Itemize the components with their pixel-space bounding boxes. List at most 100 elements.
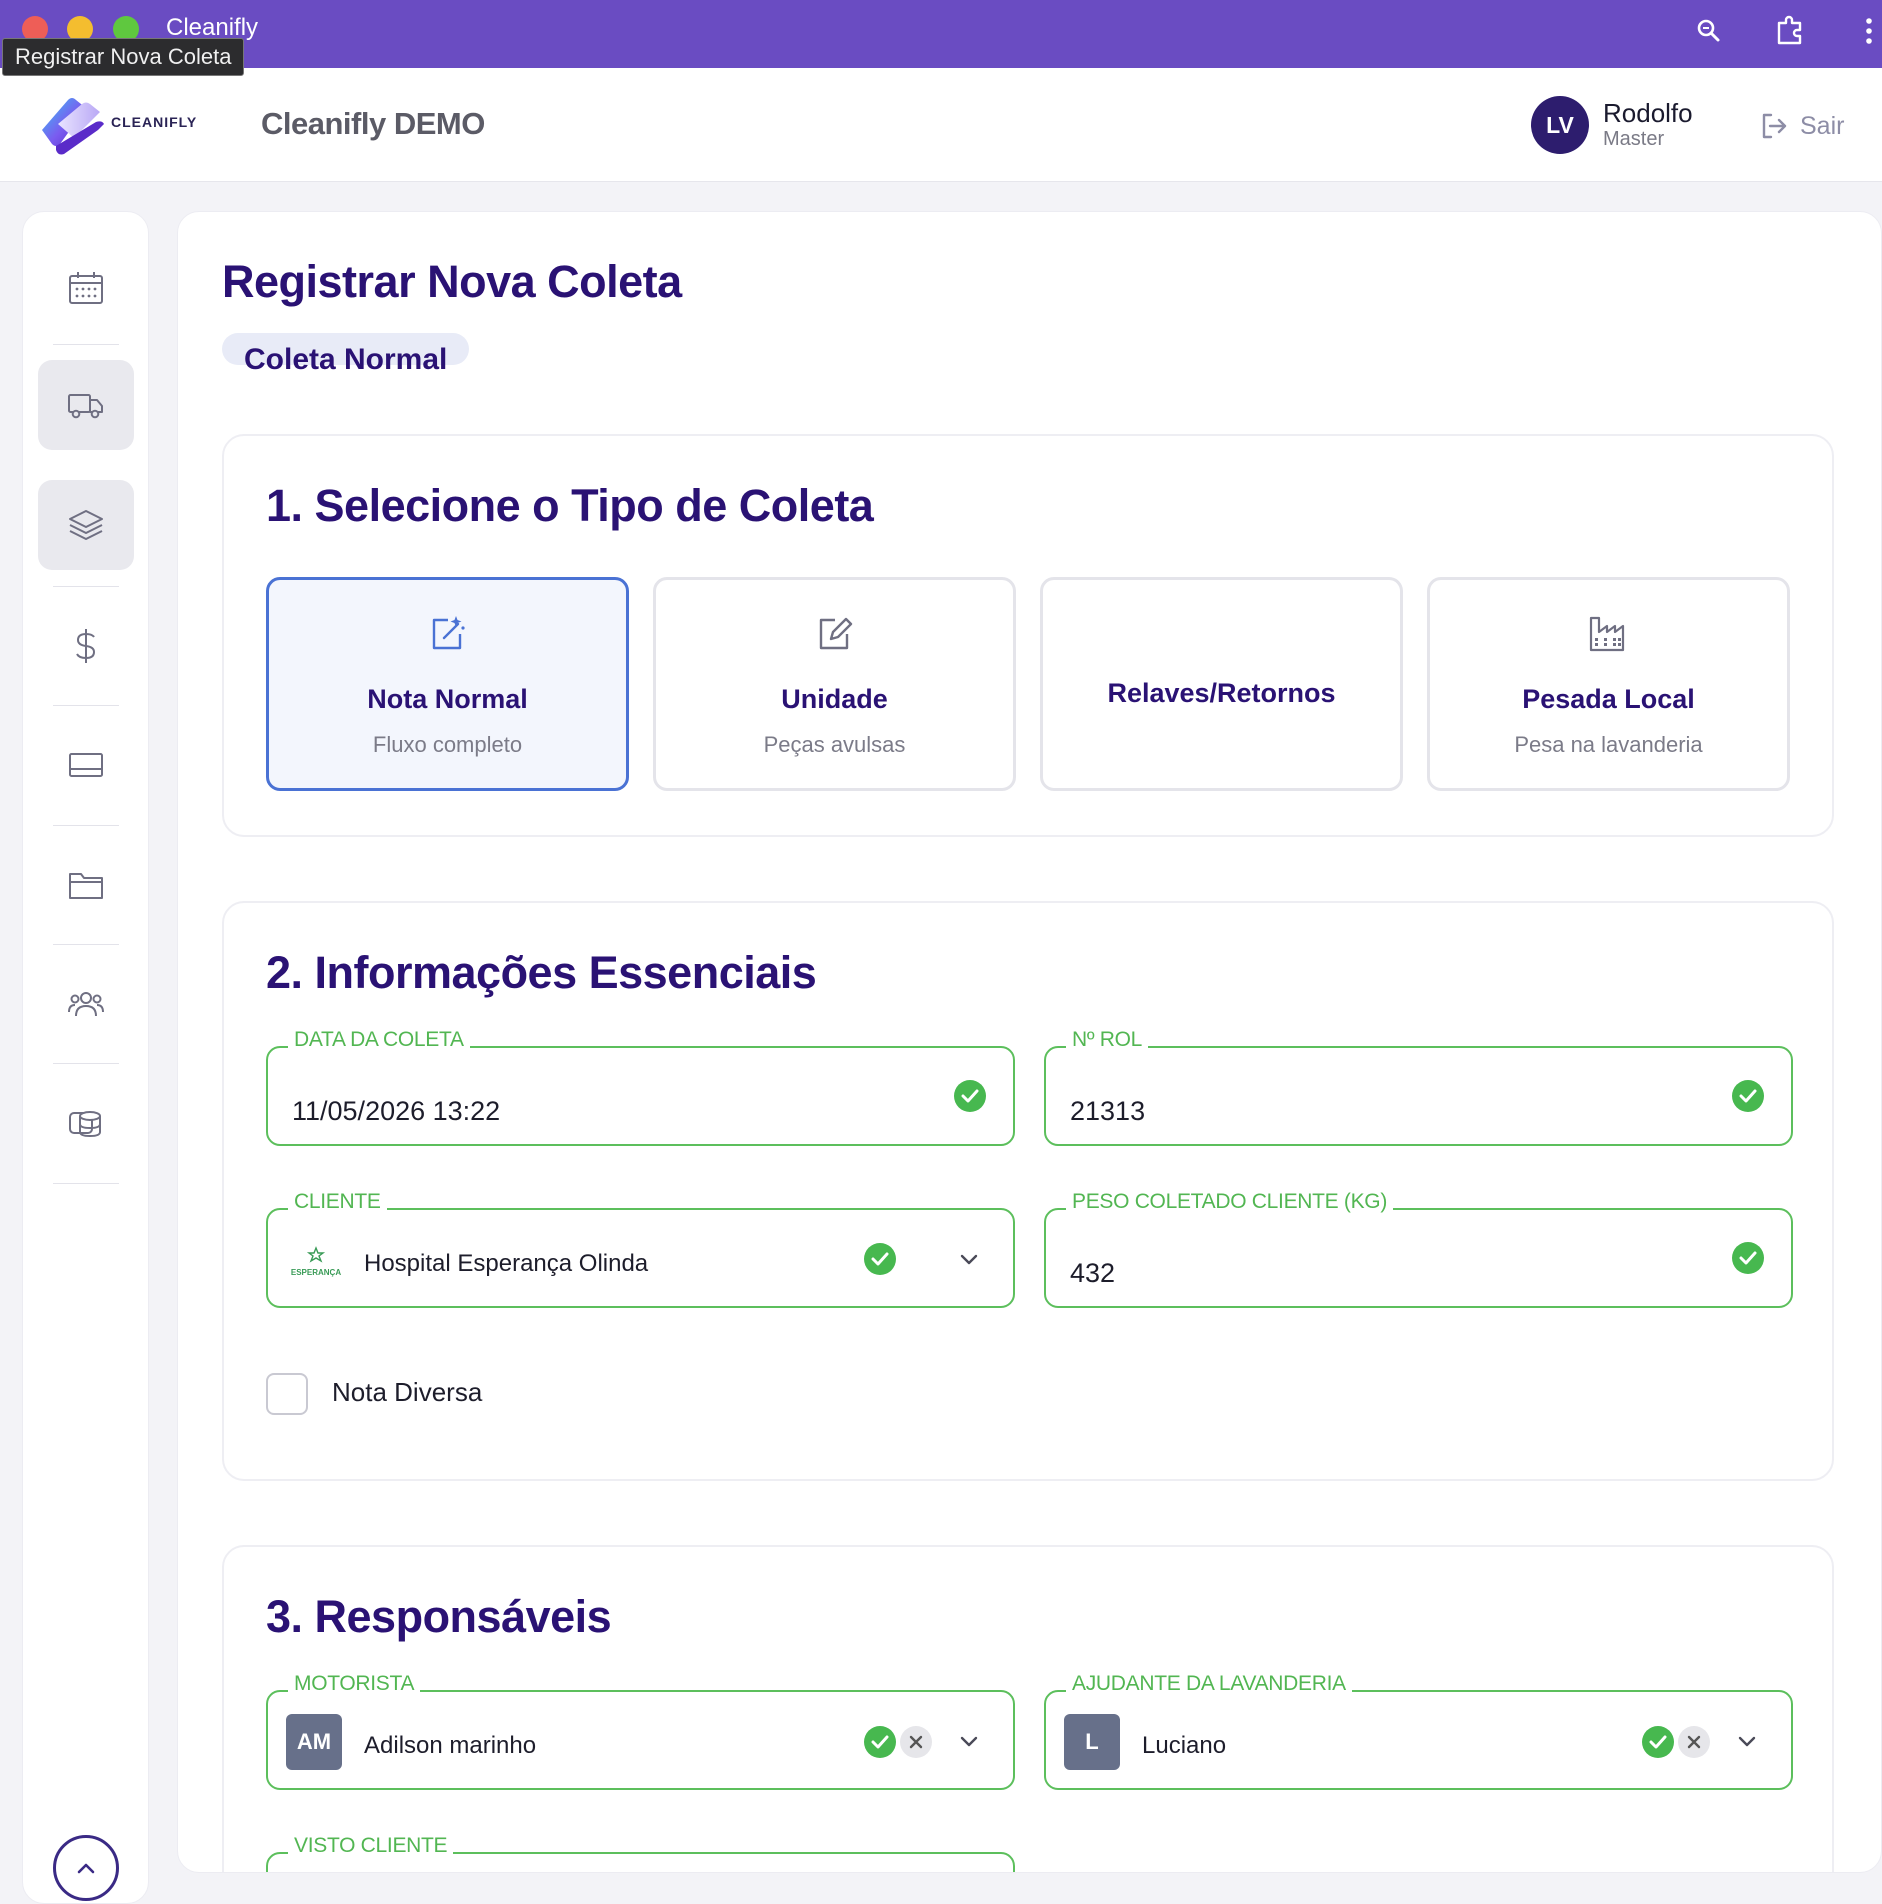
nota-diversa-checkbox[interactable] (266, 1373, 308, 1415)
chevron-down-icon[interactable] (1736, 1730, 1758, 1752)
valid-check-icon (864, 1243, 896, 1275)
cleanifly-logo-icon[interactable] (38, 94, 108, 156)
tray-icon (69, 753, 103, 777)
chevron-down-icon[interactable] (958, 1248, 980, 1270)
collection-date-field[interactable]: DATA DA COLETA 11/05/2026 13:22 (266, 1028, 1015, 1146)
rol-number-value: 21313 (1070, 1096, 1146, 1126)
collection-type-chip: Coleta Normal (222, 333, 470, 376)
factory-icon (1589, 616, 1624, 652)
scroll-to-top-button[interactable] (53, 1835, 119, 1901)
valid-check-icon (1732, 1080, 1764, 1112)
logout-icon (1762, 113, 1787, 139)
window-titlebar: Cleanifly (0, 0, 1882, 68)
user-name: Rodolfo (1603, 98, 1693, 128)
edit-sparkle-icon (432, 616, 465, 650)
sidebar-divider (53, 1063, 119, 1064)
field-label: DATA DA COLETA (288, 1028, 470, 1052)
logo-wordmark: CLEANIFLY (111, 114, 198, 130)
sidebar-divider (53, 586, 119, 587)
extension-puzzle-icon[interactable] (1773, 14, 1807, 48)
client-select[interactable]: CLIENTE ESPERANÇA Hospital Esperança Oli… (266, 1190, 1015, 1308)
sidebar-item-users[interactable] (38, 959, 134, 1049)
client-weight-value: 432 (1070, 1258, 1116, 1288)
page-title: Registrar Nova Coleta (222, 256, 682, 307)
valid-check-icon (1642, 1726, 1674, 1758)
client-value: Hospital Esperança Olinda (364, 1250, 649, 1277)
database-icon (69, 1111, 101, 1138)
driver-select[interactable]: MOTORISTA AM Adilson marinho (266, 1672, 1015, 1790)
field-label: PESO COLETADO CLIENTE (KG) (1066, 1190, 1394, 1214)
nota-diversa-label: Nota Diversa (332, 1377, 483, 1407)
option-relaves-retornos[interactable]: Relaves/Retornos (1040, 577, 1403, 791)
app-name: Cleanifly DEMO (261, 106, 485, 141)
option-subtitle: Pesa na lavanderia (1514, 732, 1703, 757)
sidebar-item-database[interactable] (38, 1078, 134, 1168)
option-title: Unidade (781, 684, 888, 714)
driver-avatar: AM (286, 1714, 342, 1770)
logout-button[interactable]: Sair (1758, 108, 1844, 144)
sidebar-divider (53, 1183, 119, 1184)
layers-icon (69, 510, 103, 540)
chevron-up-icon (77, 1863, 95, 1874)
zoom-icon[interactable] (1692, 14, 1726, 48)
section-title: 1. Selecione o Tipo de Coleta (266, 480, 874, 531)
helper-avatar: L (1064, 1714, 1120, 1770)
folder-icon (69, 873, 103, 899)
sidebar-item-financeiro[interactable] (38, 601, 134, 691)
calendar-icon (69, 272, 103, 304)
client-logo-text: ESPERANÇA (290, 1268, 342, 1277)
field-label: VISTO CLIENTE (288, 1834, 454, 1858)
sidebar-item-coletas[interactable] (38, 360, 134, 450)
option-unidade[interactable]: Unidade Peças avulsas (653, 577, 1016, 791)
section-collection-type: 1. Selecione o Tipo de Coleta Nota Norma… (222, 434, 1834, 837)
section-title: 3. Responsáveis (266, 1591, 612, 1642)
section-essential-info: 2. Informações Essenciais DATA DA COLETA… (222, 901, 1834, 1481)
driver-value: Adilson marinho (364, 1732, 537, 1759)
sidebar-item-calendar[interactable] (38, 243, 134, 333)
sidebar-item-folder[interactable] (38, 840, 134, 930)
edit-icon (819, 617, 852, 650)
helper-value: Luciano (1142, 1732, 1227, 1759)
field-label: MOTORISTA (288, 1672, 421, 1696)
option-subtitle: Fluxo completo (372, 732, 523, 757)
rol-number-field[interactable]: Nº ROL 21313 (1044, 1028, 1793, 1146)
client-logo: ESPERANÇA (286, 1246, 346, 1280)
field-label: Nº ROL (1066, 1028, 1149, 1052)
option-pesada-local[interactable]: Pesada Local Pesa na lavanderia (1427, 577, 1790, 791)
option-title: Relaves/Retornos (1107, 678, 1336, 708)
client-signature-field[interactable]: VISTO CLIENTE (266, 1834, 1015, 1872)
users-icon (68, 992, 104, 1017)
user-role: Master (1603, 128, 1665, 150)
option-nota-normal[interactable]: Nota Normal Fluxo completo (266, 577, 629, 791)
more-vertical-icon[interactable] (1852, 14, 1882, 48)
laundry-helper-select[interactable]: AJUDANTE DA LAVANDERIA L Luciano (1044, 1672, 1793, 1790)
client-weight-field[interactable]: PESO COLETADO CLIENTE (KG) 432 (1044, 1190, 1793, 1308)
truck-icon (68, 394, 103, 419)
field-label: CLIENTE (288, 1190, 387, 1214)
main-content: Registrar Nova Coleta Coleta Normal 1. S… (177, 211, 1882, 1873)
chevron-down-icon[interactable] (958, 1730, 980, 1752)
user-avatar[interactable]: LV (1531, 96, 1589, 154)
valid-check-icon (954, 1080, 986, 1112)
sidebar-divider (53, 705, 119, 706)
sidebar-divider (53, 944, 119, 945)
clear-selection-icon[interactable] (1678, 1726, 1710, 1758)
clear-selection-icon[interactable] (900, 1726, 932, 1758)
option-title: Nota Normal (367, 684, 528, 714)
section-responsibles: 3. Responsáveis MOTORISTA AM Adilson mar… (222, 1545, 1834, 1872)
logout-label: Sair (1800, 111, 1845, 140)
sidebar-divider (53, 344, 119, 345)
collection-date-value: 11/05/2026 13:22 (292, 1096, 501, 1126)
sidebar-divider (53, 825, 119, 826)
sidebar-item-tray[interactable] (38, 720, 134, 810)
tab-tooltip: Registrar Nova Coleta (2, 38, 245, 76)
option-title: Pesada Local (1522, 684, 1695, 714)
valid-check-icon (1732, 1242, 1764, 1274)
option-subtitle: Peças avulsas (763, 732, 906, 757)
dollar-icon (76, 629, 96, 663)
sidebar-item-layers[interactable] (38, 480, 134, 570)
sidebar (22, 211, 149, 1904)
field-label: AJUDANTE DA LAVANDERIA (1066, 1672, 1352, 1696)
section-title: 2. Informações Essenciais (266, 947, 817, 998)
valid-check-icon (864, 1726, 896, 1758)
